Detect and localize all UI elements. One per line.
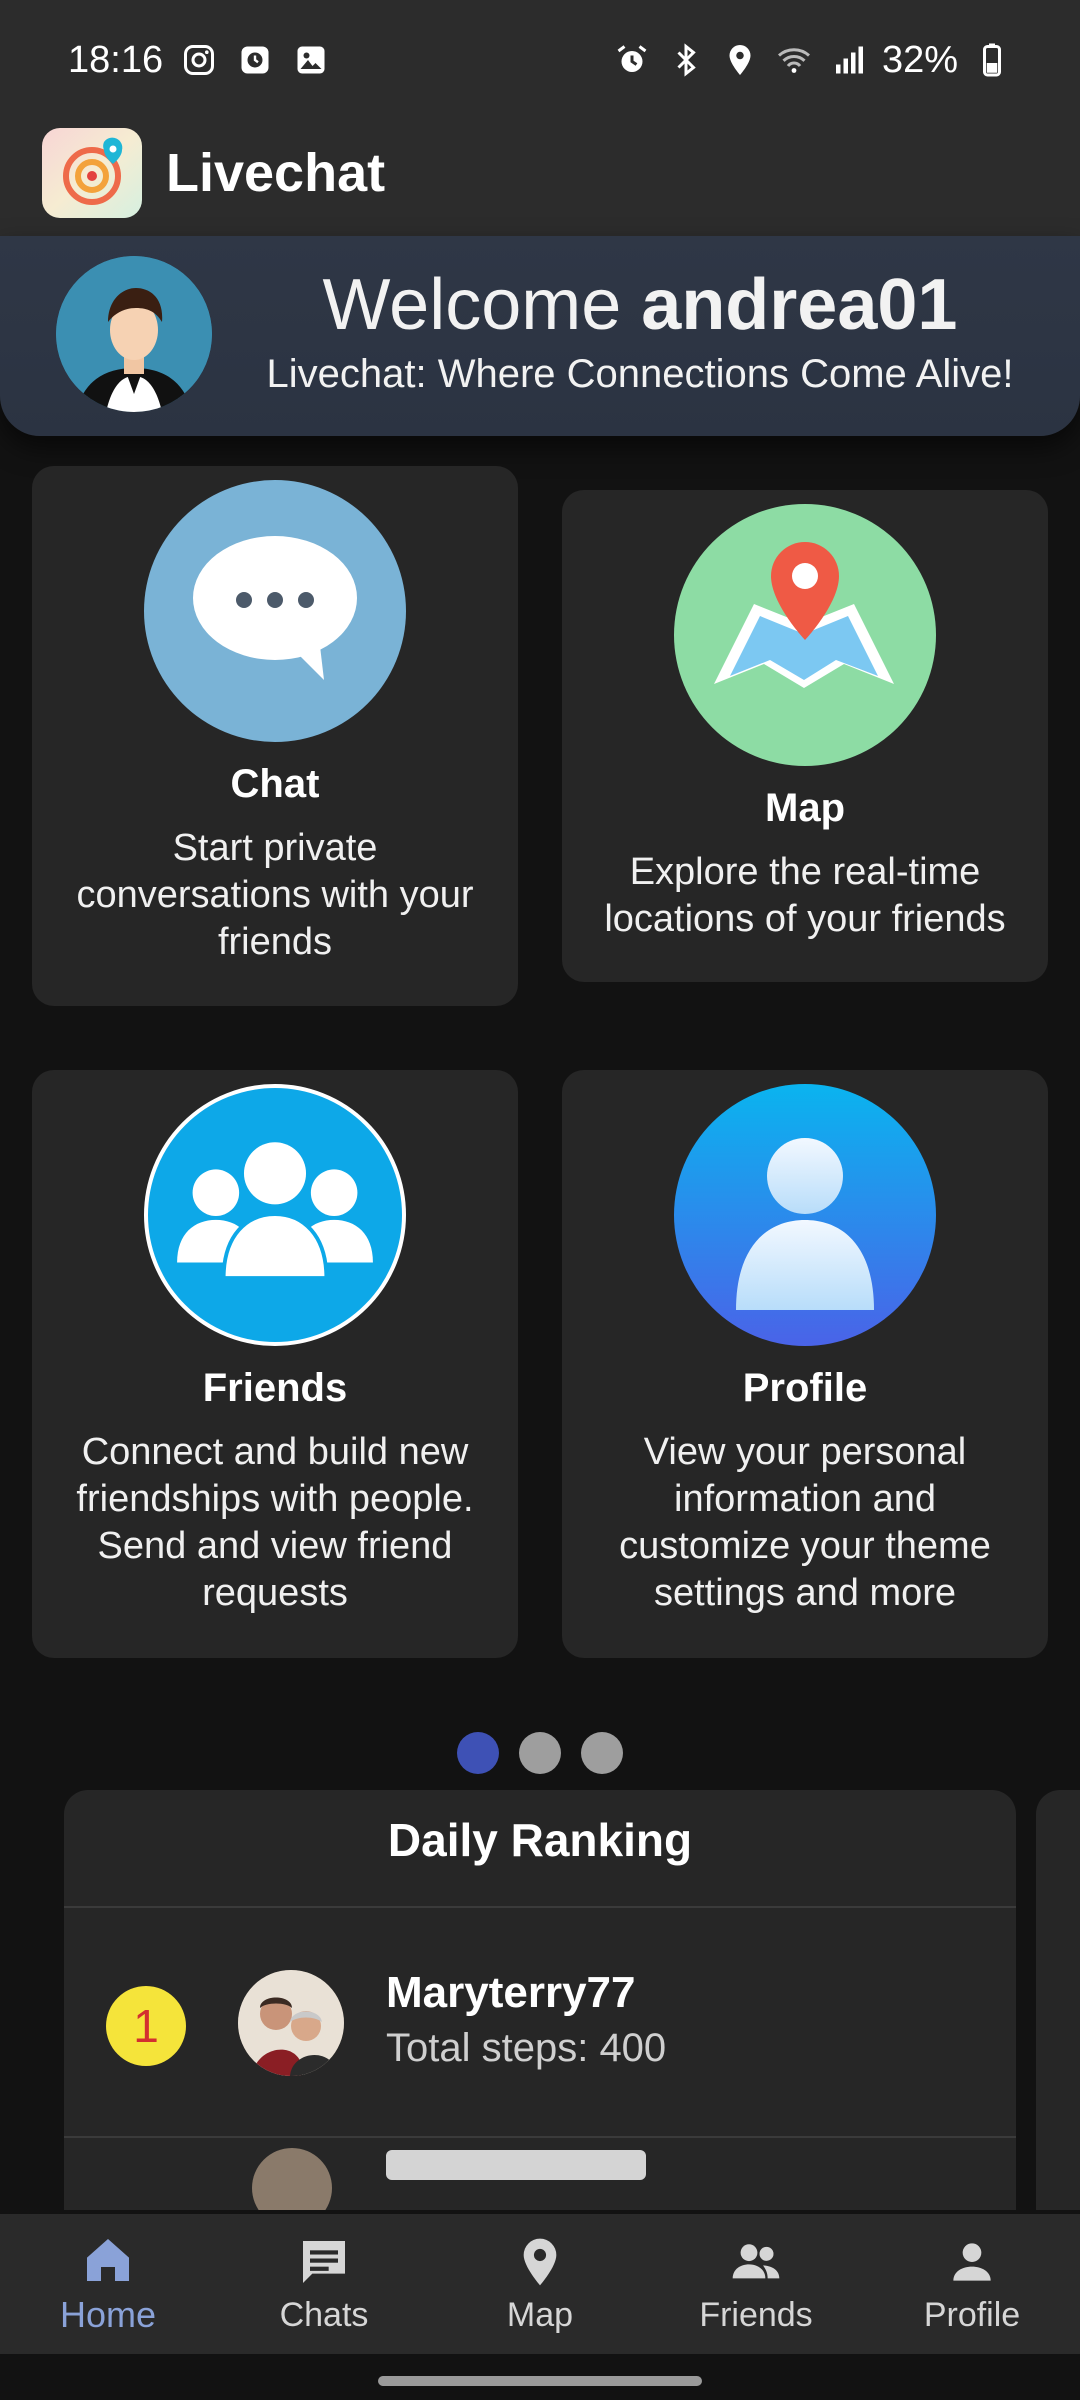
- feature-card-friends[interactable]: Friends Connect and build new friendship…: [32, 1070, 518, 1658]
- ranking-title: Daily Ranking: [64, 1790, 1016, 1908]
- map-icon: [674, 504, 936, 766]
- feature-card-chat[interactable]: Chat Start private conversations with yo…: [32, 466, 518, 1006]
- nav-profile[interactable]: Profile: [864, 2214, 1080, 2354]
- person-icon: [953, 2242, 991, 2281]
- people-icon: [732, 2243, 780, 2278]
- profile-card-title: Profile: [742, 1366, 868, 1410]
- ranking-name: Maryterry77: [386, 1968, 636, 2017]
- ranking-avatar-partial: [252, 2148, 332, 2210]
- chat-card-title: Chat: [230, 762, 320, 806]
- chat-bubble-icon: [144, 480, 406, 742]
- user-avatar[interactable]: [56, 256, 212, 412]
- nav-profile-label: Profile: [923, 2295, 1021, 2334]
- friends-card-title: Friends: [202, 1366, 348, 1410]
- ranking-row[interactable]: 1 Maryterry77 Total steps: 400: [64, 1908, 1016, 2138]
- welcome-tagline: Livechat: Where Connections Come Alive!: [266, 352, 1014, 396]
- daily-ranking-card[interactable]: Daily Ranking 1 Maryterry77 Total steps:…: [64, 1790, 1016, 2210]
- rank-badge: 1: [106, 1986, 186, 2066]
- feature-card-profile[interactable]: Profile View your personal information a…: [562, 1070, 1048, 1658]
- page-indicator: [0, 1732, 1080, 1774]
- ranking-name-partial: [386, 2150, 646, 2180]
- app-title: Livechat: [166, 143, 386, 203]
- welcome-banner: Welcome andrea01 Livechat: Where Connect…: [0, 236, 1080, 436]
- nav-home[interactable]: Home: [0, 2214, 216, 2354]
- app-logo: [42, 128, 142, 218]
- nav-home-label: Home: [59, 2294, 157, 2335]
- nav-chats[interactable]: Chats: [216, 2214, 432, 2354]
- nav-map-label: Map: [506, 2295, 574, 2334]
- profile-person-icon: [674, 1084, 936, 1346]
- map-card-description: Explore the real-time locations of your …: [604, 851, 1006, 940]
- wifi-icon: [774, 40, 814, 80]
- page-dot-3[interactable]: [581, 1732, 623, 1774]
- page-dot-2[interactable]: [519, 1732, 561, 1774]
- friends-group-icon: [144, 1084, 406, 1346]
- clock-app-icon: [235, 40, 275, 80]
- next-ranking-card-peek[interactable]: [1036, 1790, 1080, 2210]
- welcome-username: andrea01: [641, 265, 958, 345]
- status-left: 18:16: [68, 39, 331, 82]
- welcome-heading: Welcome andrea01: [240, 264, 1040, 346]
- app-bar: Livechat: [0, 110, 1080, 236]
- gallery-icon: [291, 40, 331, 80]
- feature-card-map[interactable]: Map Explore the real-time locations of y…: [562, 490, 1048, 982]
- nav-chats-label: Chats: [279, 2295, 369, 2334]
- profile-card-description: View your personal information and custo…: [619, 1431, 991, 1614]
- nav-map[interactable]: Map: [432, 2214, 648, 2354]
- nav-friends[interactable]: Friends: [648, 2214, 864, 2354]
- location-pin-icon: [523, 2238, 557, 2285]
- welcome-text: Welcome andrea01 Livechat: Where Connect…: [240, 264, 1040, 397]
- status-bar: 18:16 32%: [0, 0, 1080, 120]
- battery-percent: 32%: [881, 38, 958, 81]
- page-dot-1[interactable]: [457, 1732, 499, 1774]
- home-gesture-bar[interactable]: [378, 2376, 702, 2386]
- friends-card-description: Connect and build new friendships with p…: [76, 1431, 474, 1614]
- ranking-row-partial[interactable]: [64, 2138, 1016, 2210]
- nav-friends-label: Friends: [699, 2295, 813, 2334]
- signal-icon: [828, 40, 868, 80]
- alarm-icon: [612, 40, 652, 80]
- status-time: 18:16: [68, 38, 164, 81]
- map-card-title: Map: [765, 786, 845, 830]
- ranking-avatar: [238, 1970, 344, 2076]
- bluetooth-icon: [666, 40, 706, 80]
- ranking-steps: Total steps: 400: [386, 2026, 667, 2070]
- chat-bubble-icon: [303, 2240, 345, 2283]
- home-icon: [87, 2239, 129, 2281]
- welcome-greeting: Welcome: [322, 265, 642, 345]
- status-right: 32%: [612, 39, 1012, 82]
- location-icon: [720, 40, 760, 80]
- bottom-navigation: Home Chats Map Friends Profile: [0, 2214, 1080, 2354]
- battery-icon: [972, 40, 1012, 80]
- chat-card-description: Start private conversations with your fr…: [76, 827, 474, 963]
- app-root: 18:16 32% Livechat Welcome andrea01 Live…: [0, 0, 1080, 2400]
- instagram-icon: [179, 40, 219, 80]
